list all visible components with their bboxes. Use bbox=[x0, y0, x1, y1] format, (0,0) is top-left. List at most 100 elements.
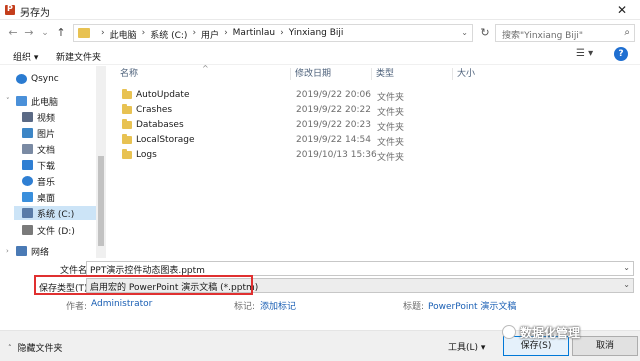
file-name: Crashes bbox=[136, 105, 173, 115]
sidebar-item-desktop[interactable]: 桌面 bbox=[22, 190, 55, 204]
sidebar-item-documents[interactable]: 文档 bbox=[22, 142, 55, 156]
chevron-down-icon[interactable]: ⌄ bbox=[623, 280, 630, 289]
search-placeholder: 搜索"Yinxiang Biji" bbox=[502, 31, 583, 41]
breadcrumb: › 此电脑 › 系统 (C:) › 用户 › Martinlau › Yinxi… bbox=[96, 28, 343, 41]
sidebar-item-label: 文件 (D:) bbox=[37, 226, 75, 237]
documents-icon bbox=[22, 144, 33, 154]
sidebar-scrollbar[interactable] bbox=[96, 66, 106, 258]
column-divider[interactable] bbox=[290, 68, 291, 80]
sidebar-item-label: 下载 bbox=[37, 161, 56, 172]
sidebar-item-downloads[interactable]: 下载 bbox=[22, 158, 55, 172]
file-name: Databases bbox=[136, 120, 184, 130]
search-input[interactable]: 搜索"Yinxiang Biji" ⌕ bbox=[495, 24, 635, 42]
sidebar-item-system-c[interactable]: 系统 (C:) bbox=[14, 206, 96, 220]
dialog-footer: ˄ 隐藏文件夹 工具(L) ▾ 保存(S) 取消 bbox=[0, 330, 640, 361]
column-header-size[interactable]: 大小 bbox=[457, 66, 475, 82]
breadcrumb-item[interactable]: 用户 bbox=[201, 28, 219, 41]
breadcrumb-separator: › bbox=[280, 28, 284, 38]
table-row[interactable]: Crashes 2019/9/22 20:22 文件夹 bbox=[112, 103, 640, 118]
file-modified: 2019/9/22 20:23 bbox=[296, 120, 371, 130]
sidebar-item-videos[interactable]: 视频 bbox=[22, 110, 55, 124]
column-header-name[interactable]: 名称 bbox=[120, 66, 138, 82]
breadcrumb-separator: › bbox=[192, 28, 197, 38]
navigation-pane: Qsync ˅ 此电脑 视频 图片 文档 下载 音乐 桌面 系统 (C:) 文件… bbox=[0, 66, 106, 258]
organize-button[interactable]: 组织 ▾ bbox=[13, 50, 38, 63]
sidebar-item-label: 视频 bbox=[37, 113, 56, 124]
sidebar-item-network[interactable]: › 网络 bbox=[6, 244, 50, 258]
file-modified: 2019/9/22 20:06 bbox=[296, 90, 371, 100]
sidebar-item-label: 图片 bbox=[37, 129, 56, 140]
file-modified: 2019/9/22 20:22 bbox=[296, 105, 371, 115]
sidebar-item-label: 音乐 bbox=[37, 177, 56, 188]
drive-icon bbox=[22, 208, 33, 218]
breadcrumb-item[interactable]: 系统 (C:) bbox=[150, 28, 187, 41]
sidebar-item-label: 网络 bbox=[31, 247, 50, 258]
breadcrumb-item[interactable]: Martinlau bbox=[233, 28, 275, 41]
close-icon[interactable]: ✕ bbox=[610, 2, 634, 18]
sidebar-item-files-d[interactable]: 文件 (D:) bbox=[22, 223, 75, 237]
chevron-up-icon: ˄ bbox=[8, 343, 12, 352]
expand-chevron-icon: ˅ bbox=[6, 97, 10, 105]
save-button[interactable]: 保存(S) bbox=[503, 336, 569, 356]
sidebar-item-qsync[interactable]: Qsync bbox=[16, 72, 59, 86]
folder-icon bbox=[78, 28, 90, 38]
tags-value[interactable]: 添加标记 bbox=[260, 299, 296, 312]
address-bar[interactable]: › 此电脑 › 系统 (C:) › 用户 › Martinlau › Yinxi… bbox=[73, 24, 473, 42]
forward-arrow-icon[interactable]: → bbox=[22, 25, 36, 41]
breadcrumb-item[interactable]: Yinxiang Biji bbox=[289, 28, 344, 41]
folder-icon bbox=[122, 89, 132, 99]
qsync-icon bbox=[16, 74, 27, 84]
folder-icon bbox=[122, 134, 132, 144]
tools-button[interactable]: 工具(L) ▾ bbox=[448, 340, 485, 353]
tags-label: 标记: bbox=[234, 302, 256, 312]
highlight-box bbox=[34, 275, 253, 295]
file-type: 文件夹 bbox=[377, 93, 405, 103]
recent-locations-icon[interactable]: ⌄ bbox=[38, 25, 52, 41]
file-name: LocalStorage bbox=[136, 135, 195, 145]
sidebar-item-music[interactable]: 音乐 bbox=[22, 174, 55, 188]
table-row[interactable]: LocalStorage 2019/9/22 14:54 文件夹 bbox=[112, 133, 640, 148]
cancel-button[interactable]: 取消 bbox=[572, 336, 638, 356]
column-divider[interactable] bbox=[371, 68, 372, 80]
author-label: 作者: bbox=[66, 302, 88, 312]
hide-folders-label: 隐藏文件夹 bbox=[17, 344, 63, 354]
table-row[interactable]: AutoUpdate 2019/9/22 20:06 文件夹 bbox=[112, 88, 640, 103]
folder-icon bbox=[122, 119, 132, 129]
filename-field[interactable]: PPT演示控件动态图表.pptm ⌄ bbox=[86, 261, 634, 276]
new-folder-button[interactable]: 新建文件夹 bbox=[56, 50, 101, 63]
scrollbar-thumb[interactable] bbox=[98, 156, 104, 246]
file-type: 文件夹 bbox=[377, 123, 405, 133]
file-name: AutoUpdate bbox=[136, 90, 190, 100]
search-icon[interactable]: ⌕ bbox=[624, 27, 630, 38]
video-icon bbox=[22, 112, 33, 122]
author-value[interactable]: Administrator bbox=[91, 299, 152, 309]
title-label: 标题: bbox=[403, 302, 425, 312]
breadcrumb-separator: › bbox=[141, 28, 146, 38]
breadcrumb-item[interactable]: 此电脑 bbox=[110, 28, 137, 41]
window-title: 另存为 bbox=[20, 8, 50, 19]
drive-icon bbox=[22, 225, 33, 235]
sidebar-item-pictures[interactable]: 图片 bbox=[22, 126, 55, 140]
table-row[interactable]: Databases 2019/9/22 20:23 文件夹 bbox=[112, 118, 640, 133]
column-header-type[interactable]: 类型 bbox=[376, 66, 394, 82]
refresh-icon[interactable]: ↻ bbox=[478, 27, 492, 41]
chevron-down-icon[interactable]: ⌄ bbox=[623, 263, 630, 272]
file-type: 文件夹 bbox=[377, 108, 405, 118]
view-options-icon[interactable]: ☰ ▾ bbox=[576, 48, 600, 62]
table-row[interactable]: Logs 2019/10/13 15:36 文件夹 bbox=[112, 148, 640, 163]
sidebar-item-this-pc[interactable]: ˅ 此电脑 bbox=[6, 94, 58, 108]
address-dropdown-icon[interactable]: ⌄ bbox=[461, 28, 468, 37]
column-header-modified[interactable]: 修改日期 bbox=[295, 66, 331, 82]
hide-folders-toggle[interactable]: ˄ 隐藏文件夹 bbox=[8, 341, 63, 355]
column-divider[interactable] bbox=[452, 68, 453, 80]
title-bar: 另存为 ✕ bbox=[0, 0, 640, 20]
file-list: ^ 名称 修改日期 类型 大小 AutoUpdate 2019/9/22 20:… bbox=[112, 64, 640, 258]
powerpoint-icon bbox=[5, 4, 15, 15]
help-icon[interactable]: ? bbox=[614, 47, 628, 61]
file-name: Logs bbox=[136, 150, 157, 160]
back-arrow-icon[interactable]: ← bbox=[6, 25, 20, 41]
sidebar-item-label: Qsync bbox=[31, 74, 59, 84]
title-value[interactable]: PowerPoint 演示文稿 bbox=[428, 299, 516, 312]
sidebar-item-label: 系统 (C:) bbox=[37, 209, 75, 220]
up-arrow-icon[interactable]: ↑ bbox=[54, 25, 68, 41]
